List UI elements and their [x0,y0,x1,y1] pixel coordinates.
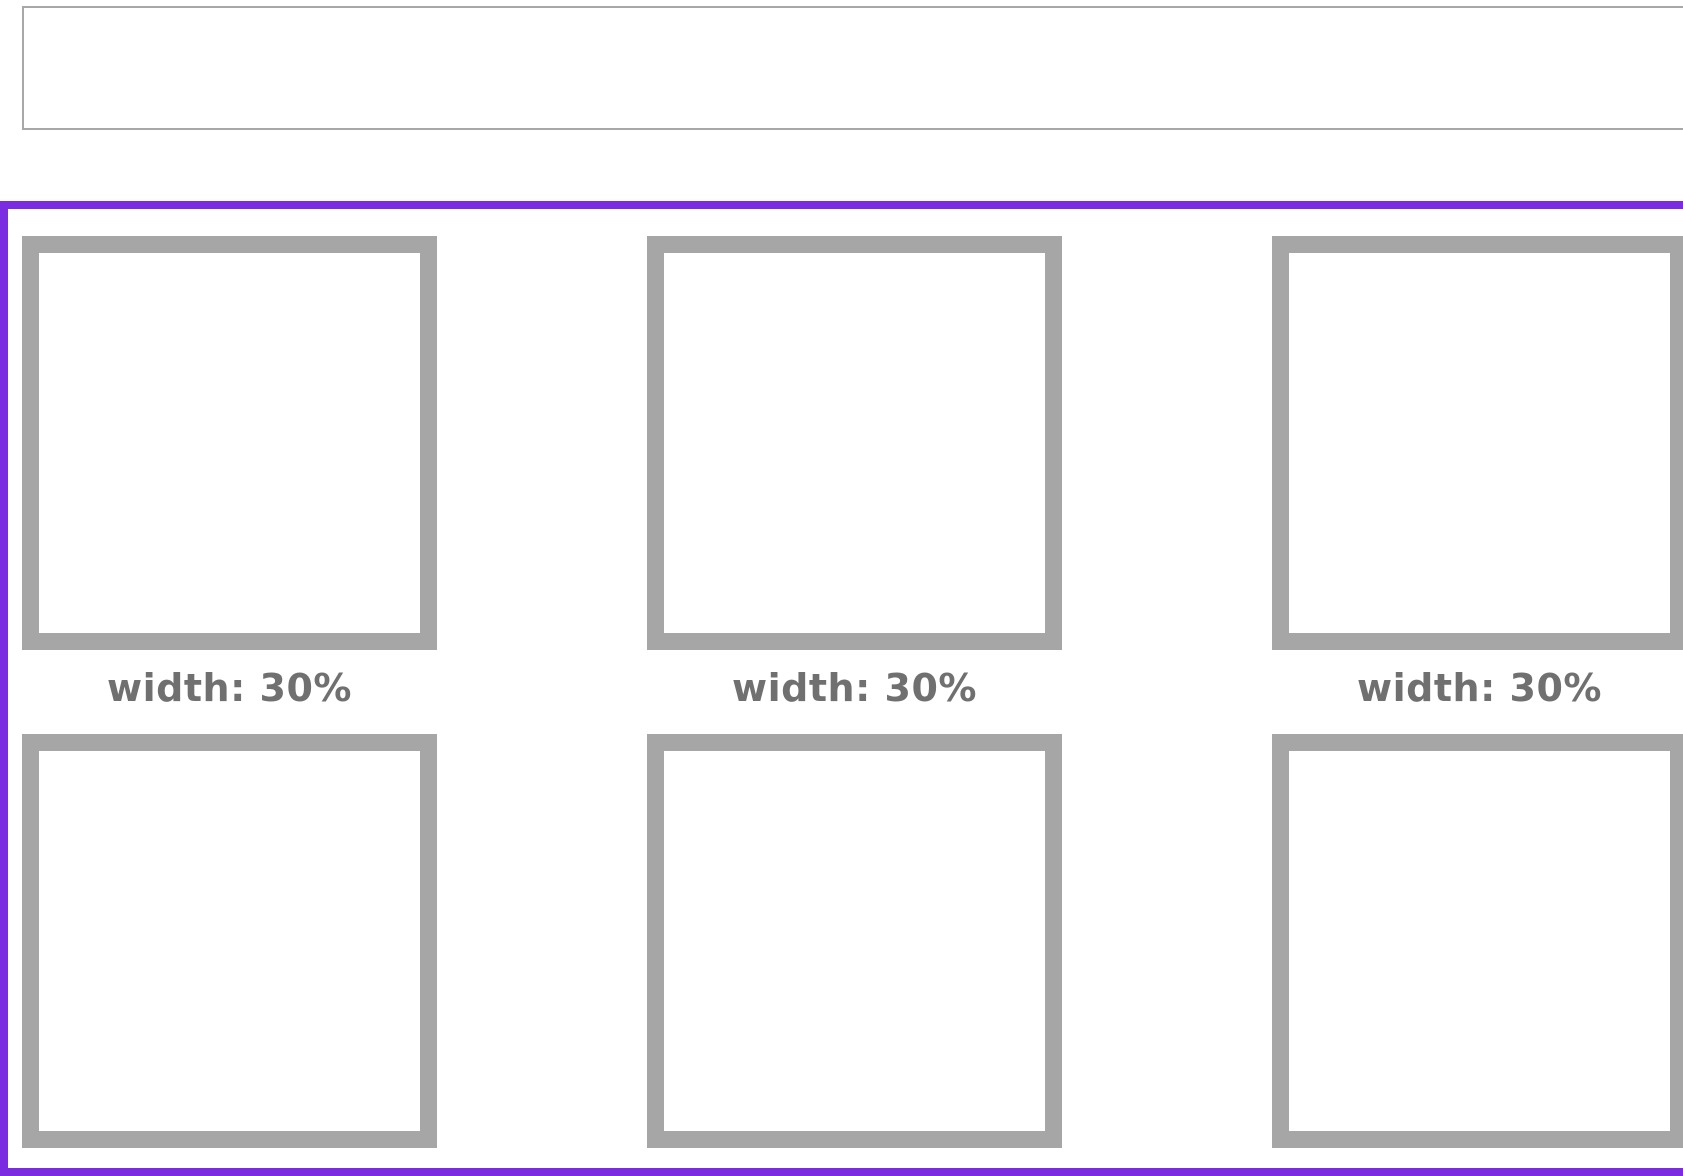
box-caption-3: width: 30% [1357,666,1602,710]
grid-box-6 [1272,734,1683,1148]
grid-box-2 [647,236,1062,650]
box-caption-1: width: 30% [107,666,352,710]
grid-box-1 [22,236,437,650]
grid-box-5 [647,734,1062,1148]
box-caption-2: width: 30% [732,666,977,710]
top-bar [22,6,1683,130]
grid-box-3 [1272,236,1683,650]
grid-box-4 [22,734,437,1148]
